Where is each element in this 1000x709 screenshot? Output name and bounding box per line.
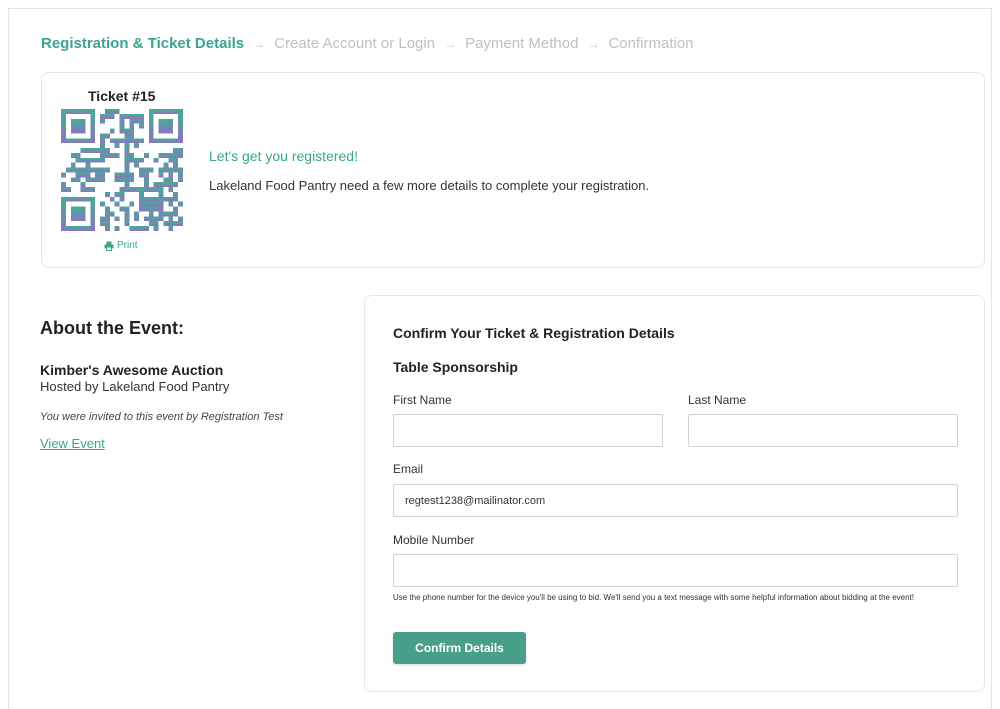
printer-icon bbox=[104, 241, 114, 251]
about-heading: About the Event: bbox=[40, 318, 184, 338]
step-create-account[interactable]: Create Account or Login bbox=[274, 35, 435, 52]
qr-code-icon bbox=[61, 109, 183, 231]
arrow-right-icon: → bbox=[444, 36, 457, 51]
registration-heading: Let's get you registered! bbox=[209, 148, 358, 164]
mobile-number-label: Mobile Number bbox=[393, 533, 475, 547]
step-payment-method[interactable]: Payment Method bbox=[465, 35, 578, 52]
step-confirmation[interactable]: Confirmation bbox=[608, 35, 693, 52]
form-title: Confirm Your Ticket & Registration Detai… bbox=[393, 325, 675, 341]
ticket-number: Ticket #15 bbox=[88, 88, 156, 104]
email-input[interactable] bbox=[393, 484, 958, 517]
mobile-help-text: Use the phone number for the device you'… bbox=[393, 593, 914, 602]
first-name-label: First Name bbox=[393, 393, 452, 407]
ticket-card: Ticket #15 Print Let's get you registere… bbox=[41, 72, 985, 268]
print-button[interactable]: Print bbox=[104, 240, 138, 251]
email-label: Email bbox=[393, 462, 424, 476]
mobile-number-input[interactable] bbox=[393, 554, 958, 587]
view-event-link[interactable]: View Event bbox=[40, 436, 105, 451]
progress-steps: Registration & Ticket Details → Create A… bbox=[41, 35, 694, 52]
ticket-type-title: Table Sponsorship bbox=[393, 359, 518, 375]
event-name: Kimber's Awesome Auction bbox=[40, 362, 224, 378]
print-label: Print bbox=[117, 240, 138, 251]
confirm-details-button[interactable]: Confirm Details bbox=[393, 632, 526, 664]
event-host: Hosted by Lakeland Food Pantry bbox=[40, 379, 230, 394]
arrow-right-icon: → bbox=[253, 36, 266, 51]
last-name-input[interactable] bbox=[688, 414, 958, 447]
registration-subtitle: Lakeland Food Pantry need a few more det… bbox=[209, 178, 650, 193]
last-name-label: Last Name bbox=[688, 393, 747, 407]
step-registration-details[interactable]: Registration & Ticket Details bbox=[41, 35, 244, 52]
arrow-right-icon: → bbox=[587, 36, 600, 51]
first-name-input[interactable] bbox=[393, 414, 663, 447]
registration-form-card: Confirm Your Ticket & Registration Detai… bbox=[364, 295, 985, 692]
invitation-note: You were invited to this event by Regist… bbox=[40, 411, 283, 423]
